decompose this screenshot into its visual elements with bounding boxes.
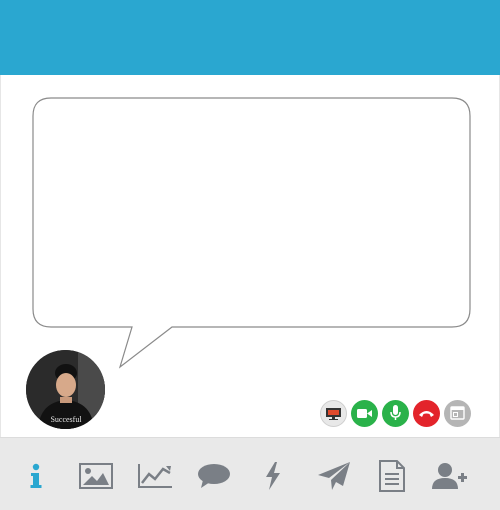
chat-button[interactable] [196,458,232,494]
screen-share-button[interactable] [320,399,347,427]
chart-icon [138,464,172,488]
document-icon [379,460,405,492]
hang-up-button[interactable] [413,399,440,427]
window-button[interactable] [444,399,471,427]
video-button[interactable] [351,399,378,427]
chart-button[interactable] [137,458,173,494]
info-icon [30,463,42,488]
avatar-image: Succesful [26,350,105,429]
image-icon [79,463,113,489]
add-user-icon [432,463,467,489]
header-bar [0,0,500,75]
microphone-icon [390,405,401,420]
send-button[interactable] [316,458,352,494]
image-button[interactable] [78,458,114,494]
document-button[interactable] [374,458,410,494]
hang-up-phone-icon [419,410,434,417]
screen-share-icon [326,407,341,420]
bottom-toolbar [0,437,500,510]
avatar[interactable]: Succesful [26,350,105,429]
add-user-button[interactable] [432,458,468,494]
call-controls [320,399,471,427]
lightning-icon [266,462,280,490]
info-button[interactable] [18,458,54,494]
microphone-button[interactable] [382,399,409,427]
lightning-button[interactable] [255,458,291,494]
chat-bubble-icon [198,464,230,488]
window-icon [450,406,465,420]
shirt-text: Succesful [50,415,82,424]
send-icon [318,462,350,490]
video-camera-icon [357,408,372,418]
